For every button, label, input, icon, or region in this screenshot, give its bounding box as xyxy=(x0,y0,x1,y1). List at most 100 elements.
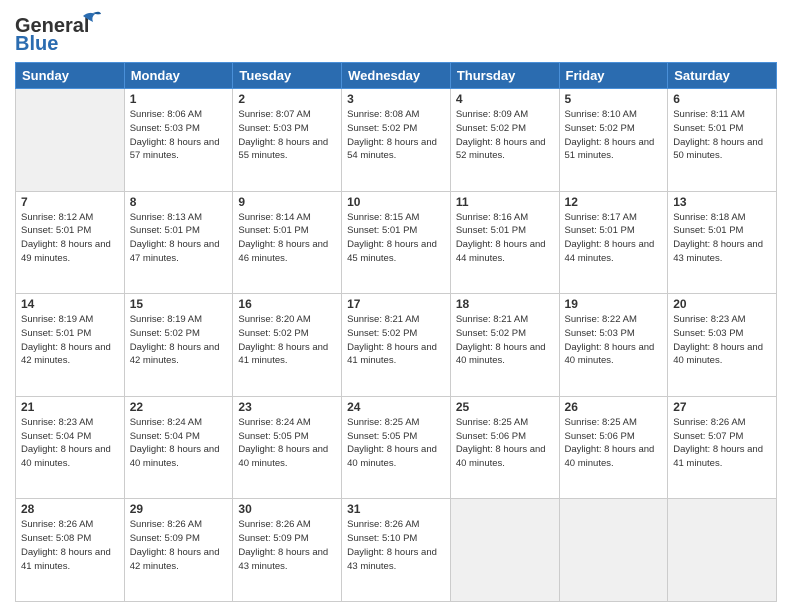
page: General Blue SundayMondayTuesdayWednesda… xyxy=(0,0,792,612)
day-number: 15 xyxy=(130,297,228,311)
day-info: Sunrise: 8:21 AM Sunset: 5:02 PM Dayligh… xyxy=(347,313,445,368)
weekday-header: Friday xyxy=(559,63,668,89)
day-info: Sunrise: 8:13 AM Sunset: 5:01 PM Dayligh… xyxy=(130,211,228,266)
day-number: 16 xyxy=(238,297,336,311)
day-info: Sunrise: 8:26 AM Sunset: 5:09 PM Dayligh… xyxy=(238,518,336,573)
day-info: Sunrise: 8:26 AM Sunset: 5:09 PM Dayligh… xyxy=(130,518,228,573)
day-info: Sunrise: 8:26 AM Sunset: 5:08 PM Dayligh… xyxy=(21,518,119,573)
calendar-cell xyxy=(559,499,668,602)
day-number: 22 xyxy=(130,400,228,414)
calendar-table: SundayMondayTuesdayWednesdayThursdayFrid… xyxy=(15,62,777,602)
calendar-cell: 17 Sunrise: 8:21 AM Sunset: 5:02 PM Dayli… xyxy=(342,294,451,397)
day-info: Sunrise: 8:19 AM Sunset: 5:01 PM Dayligh… xyxy=(21,313,119,368)
calendar-cell: 1 Sunrise: 8:06 AM Sunset: 5:03 PM Daylig… xyxy=(124,89,233,192)
day-info: Sunrise: 8:16 AM Sunset: 5:01 PM Dayligh… xyxy=(456,211,554,266)
day-number: 4 xyxy=(456,92,554,106)
calendar-cell: 4 Sunrise: 8:09 AM Sunset: 5:02 PM Daylig… xyxy=(450,89,559,192)
calendar-cell: 9 Sunrise: 8:14 AM Sunset: 5:01 PM Daylig… xyxy=(233,191,342,294)
calendar-cell: 16 Sunrise: 8:20 AM Sunset: 5:02 PM Dayli… xyxy=(233,294,342,397)
calendar-header: SundayMondayTuesdayWednesdayThursdayFrid… xyxy=(16,63,777,89)
calendar-cell: 26Sunrise: 8:25 AM Sunset: 5:06 PM Dayli… xyxy=(559,396,668,499)
calendar-cell: 12 Sunrise: 8:17 AM Sunset: 5:01 PM Dayli… xyxy=(559,191,668,294)
day-number: 5 xyxy=(565,92,663,106)
calendar-cell: 29 Sunrise: 8:26 AM Sunset: 5:09 PM Dayli… xyxy=(124,499,233,602)
day-number: 3 xyxy=(347,92,445,106)
calendar-cell xyxy=(16,89,125,192)
day-info: Sunrise: 8:07 AM Sunset: 5:03 PM Dayligh… xyxy=(238,108,336,163)
calendar-cell: 14 Sunrise: 8:19 AM Sunset: 5:01 PM Dayli… xyxy=(16,294,125,397)
day-number: 8 xyxy=(130,195,228,209)
calendar-cell: 27Sunrise: 8:26 AM Sunset: 5:07 PM Dayli… xyxy=(668,396,777,499)
day-number: 28 xyxy=(21,502,119,516)
day-number: 12 xyxy=(565,195,663,209)
day-number: 21 xyxy=(21,400,119,414)
day-info: Sunrise: 8:20 AM Sunset: 5:02 PM Dayligh… xyxy=(238,313,336,368)
day-info: Sunrise: 8:24 AM Sunset: 5:04 PM Dayligh… xyxy=(130,416,228,471)
day-number: 10 xyxy=(347,195,445,209)
calendar-cell: 6Sunrise: 8:11 AM Sunset: 5:01 PM Daylig… xyxy=(668,89,777,192)
day-number: 9 xyxy=(238,195,336,209)
calendar-cell: 25 Sunrise: 8:25 AM Sunset: 5:06 PM Dayli… xyxy=(450,396,559,499)
day-info: Sunrise: 8:14 AM Sunset: 5:01 PM Dayligh… xyxy=(238,211,336,266)
day-number: 31 xyxy=(347,502,445,516)
svg-text:Blue: Blue xyxy=(15,33,58,54)
calendar-cell: 8 Sunrise: 8:13 AM Sunset: 5:01 PM Daylig… xyxy=(124,191,233,294)
day-number: 29 xyxy=(130,502,228,516)
weekday-header: Saturday xyxy=(668,63,777,89)
day-number: 7 xyxy=(21,195,119,209)
logo: General Blue xyxy=(15,10,105,54)
day-number: 2 xyxy=(238,92,336,106)
day-number: 23 xyxy=(238,400,336,414)
day-info: Sunrise: 8:08 AM Sunset: 5:02 PM Dayligh… xyxy=(347,108,445,163)
day-info: Sunrise: 8:17 AM Sunset: 5:01 PM Dayligh… xyxy=(565,211,663,266)
weekday-header: Monday xyxy=(124,63,233,89)
day-info: Sunrise: 8:21 AM Sunset: 5:02 PM Dayligh… xyxy=(456,313,554,368)
calendar-cell: 24 Sunrise: 8:25 AM Sunset: 5:05 PM Dayli… xyxy=(342,396,451,499)
day-info: Sunrise: 8:26 AM Sunset: 5:07 PM Dayligh… xyxy=(673,416,771,471)
day-number: 13 xyxy=(673,195,771,209)
day-info: Sunrise: 8:25 AM Sunset: 5:05 PM Dayligh… xyxy=(347,416,445,471)
calendar-cell: 5Sunrise: 8:10 AM Sunset: 5:02 PM Daylig… xyxy=(559,89,668,192)
weekday-header: Sunday xyxy=(16,63,125,89)
day-info: Sunrise: 8:25 AM Sunset: 5:06 PM Dayligh… xyxy=(456,416,554,471)
day-number: 20 xyxy=(673,297,771,311)
calendar-cell: 31 Sunrise: 8:26 AM Sunset: 5:10 PM Dayli… xyxy=(342,499,451,602)
calendar-body: 1 Sunrise: 8:06 AM Sunset: 5:03 PM Daylig… xyxy=(16,89,777,602)
calendar-cell: 11 Sunrise: 8:16 AM Sunset: 5:01 PM Dayli… xyxy=(450,191,559,294)
day-info: Sunrise: 8:15 AM Sunset: 5:01 PM Dayligh… xyxy=(347,211,445,266)
calendar-cell: 23 Sunrise: 8:24 AM Sunset: 5:05 PM Dayli… xyxy=(233,396,342,499)
day-number: 18 xyxy=(456,297,554,311)
calendar-cell xyxy=(450,499,559,602)
day-info: Sunrise: 8:22 AM Sunset: 5:03 PM Dayligh… xyxy=(565,313,663,368)
calendar-cell: 19 Sunrise: 8:22 AM Sunset: 5:03 PM Dayli… xyxy=(559,294,668,397)
day-number: 30 xyxy=(238,502,336,516)
calendar-cell: 20 Sunrise: 8:23 AM Sunset: 5:03 PM Dayli… xyxy=(668,294,777,397)
day-info: Sunrise: 8:25 AM Sunset: 5:06 PM Dayligh… xyxy=(565,416,663,471)
day-number: 17 xyxy=(347,297,445,311)
calendar-cell: 30 Sunrise: 8:26 AM Sunset: 5:09 PM Dayli… xyxy=(233,499,342,602)
day-info: Sunrise: 8:09 AM Sunset: 5:02 PM Dayligh… xyxy=(456,108,554,163)
day-number: 25 xyxy=(456,400,554,414)
calendar-cell: 21Sunrise: 8:23 AM Sunset: 5:04 PM Dayli… xyxy=(16,396,125,499)
day-number: 19 xyxy=(565,297,663,311)
day-info: Sunrise: 8:26 AM Sunset: 5:10 PM Dayligh… xyxy=(347,518,445,573)
calendar-cell: 10 Sunrise: 8:15 AM Sunset: 5:01 PM Dayli… xyxy=(342,191,451,294)
day-info: Sunrise: 8:06 AM Sunset: 5:03 PM Dayligh… xyxy=(130,108,228,163)
calendar-cell xyxy=(668,499,777,602)
day-number: 11 xyxy=(456,195,554,209)
day-number: 1 xyxy=(130,92,228,106)
day-info: Sunrise: 8:24 AM Sunset: 5:05 PM Dayligh… xyxy=(238,416,336,471)
calendar-cell: 15 Sunrise: 8:19 AM Sunset: 5:02 PM Dayli… xyxy=(124,294,233,397)
calendar-cell: 18 Sunrise: 8:21 AM Sunset: 5:02 PM Dayli… xyxy=(450,294,559,397)
weekday-header: Thursday xyxy=(450,63,559,89)
day-number: 14 xyxy=(21,297,119,311)
calendar-cell: 22 Sunrise: 8:24 AM Sunset: 5:04 PM Dayli… xyxy=(124,396,233,499)
day-number: 24 xyxy=(347,400,445,414)
day-info: Sunrise: 8:19 AM Sunset: 5:02 PM Dayligh… xyxy=(130,313,228,368)
weekday-header: Tuesday xyxy=(233,63,342,89)
calendar-cell: 28 Sunrise: 8:26 AM Sunset: 5:08 PM Dayli… xyxy=(16,499,125,602)
day-info: Sunrise: 8:23 AM Sunset: 5:03 PM Dayligh… xyxy=(673,313,771,368)
header: General Blue xyxy=(15,10,777,54)
day-info: Sunrise: 8:11 AM Sunset: 5:01 PM Dayligh… xyxy=(673,108,771,163)
calendar-cell: 13Sunrise: 8:18 AM Sunset: 5:01 PM Dayli… xyxy=(668,191,777,294)
